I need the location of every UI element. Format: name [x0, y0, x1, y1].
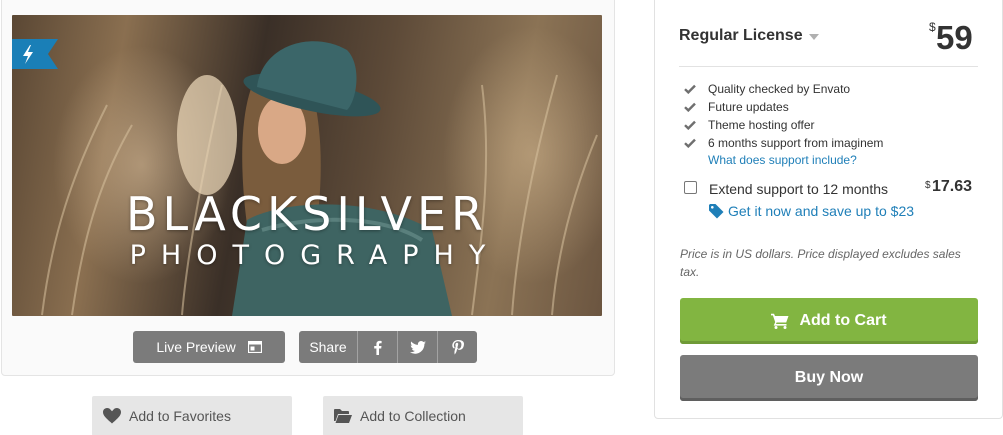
cart-icon — [771, 313, 789, 329]
save-offer-link[interactable]: Get it now and save up to $23 — [709, 203, 914, 219]
feature-label: Future updates — [708, 100, 789, 114]
live-preview-button[interactable]: Live Preview — [133, 331, 285, 363]
lightning-icon — [12, 39, 58, 69]
add-to-collection-label: Add to Collection — [360, 408, 466, 424]
feature-item: Quality checked by Envato — [684, 80, 883, 98]
buy-now-button[interactable]: Buy Now — [680, 355, 978, 401]
feature-label: Theme hosting offer — [708, 118, 815, 132]
twitter-icon — [409, 340, 426, 354]
check-icon — [684, 84, 708, 94]
window-icon — [247, 341, 262, 353]
license-name: Regular License — [679, 27, 803, 44]
add-to-collection-button[interactable]: Add to Collection — [323, 396, 523, 435]
support-info-link[interactable]: What does support include? — [708, 153, 857, 167]
add-to-favorites-button[interactable]: Add to Favorites — [92, 396, 292, 435]
save-offer-label: Get it now and save up to $23 — [728, 203, 915, 219]
feature-item: Future updates — [684, 98, 883, 116]
feature-item: Theme hosting offer — [684, 116, 883, 134]
share-group: Share — [299, 331, 477, 363]
extend-support-label[interactable]: Extend support to 12 months — [709, 181, 888, 197]
pinterest-share-button[interactable] — [437, 331, 477, 363]
license-selector[interactable]: Regular License — [679, 27, 819, 45]
extend-support-checkbox[interactable] — [684, 181, 697, 194]
heart-icon — [103, 408, 121, 424]
tag-icon — [709, 203, 724, 218]
price-value: 59 — [936, 19, 973, 56]
check-icon — [684, 102, 708, 112]
folder-open-icon — [334, 409, 352, 423]
check-icon — [684, 138, 708, 148]
live-preview-label: Live Preview — [156, 339, 236, 355]
feature-list: Quality checked by Envato Future updates… — [684, 80, 883, 152]
hero-subtitle: PHOTOGRAPHY — [129, 240, 501, 271]
add-to-cart-label: Add to Cart — [799, 312, 887, 329]
price-note: Price is in US dollars. Price displayed … — [680, 247, 961, 279]
share-label: Share — [309, 339, 347, 355]
preview-image[interactable]: BLACKSILVER PHOTOGRAPHY — [12, 15, 602, 316]
extend-price-currency: $ — [925, 180, 931, 191]
price-currency: $ — [929, 20, 936, 34]
share-button[interactable]: Share — [299, 331, 357, 363]
caret-down-icon — [808, 34, 819, 40]
add-to-cart-button[interactable]: Add to Cart — [680, 298, 978, 344]
add-to-favorites-label: Add to Favorites — [129, 408, 231, 424]
hero-title: BLACKSILVER — [125, 187, 489, 241]
pinterest-icon — [451, 339, 464, 354]
feature-label: 6 months support from imaginem — [708, 136, 884, 150]
extend-price-value: 17.63 — [932, 178, 973, 195]
buy-now-label: Buy Now — [794, 369, 864, 386]
divider — [679, 66, 978, 67]
check-icon — [684, 120, 708, 130]
feature-label: Quality checked by Envato — [708, 82, 851, 96]
facebook-icon — [374, 340, 382, 355]
feature-item: 6 months support from imaginem — [684, 134, 883, 152]
twitter-share-button[interactable] — [397, 331, 437, 363]
facebook-share-button[interactable] — [357, 331, 397, 363]
